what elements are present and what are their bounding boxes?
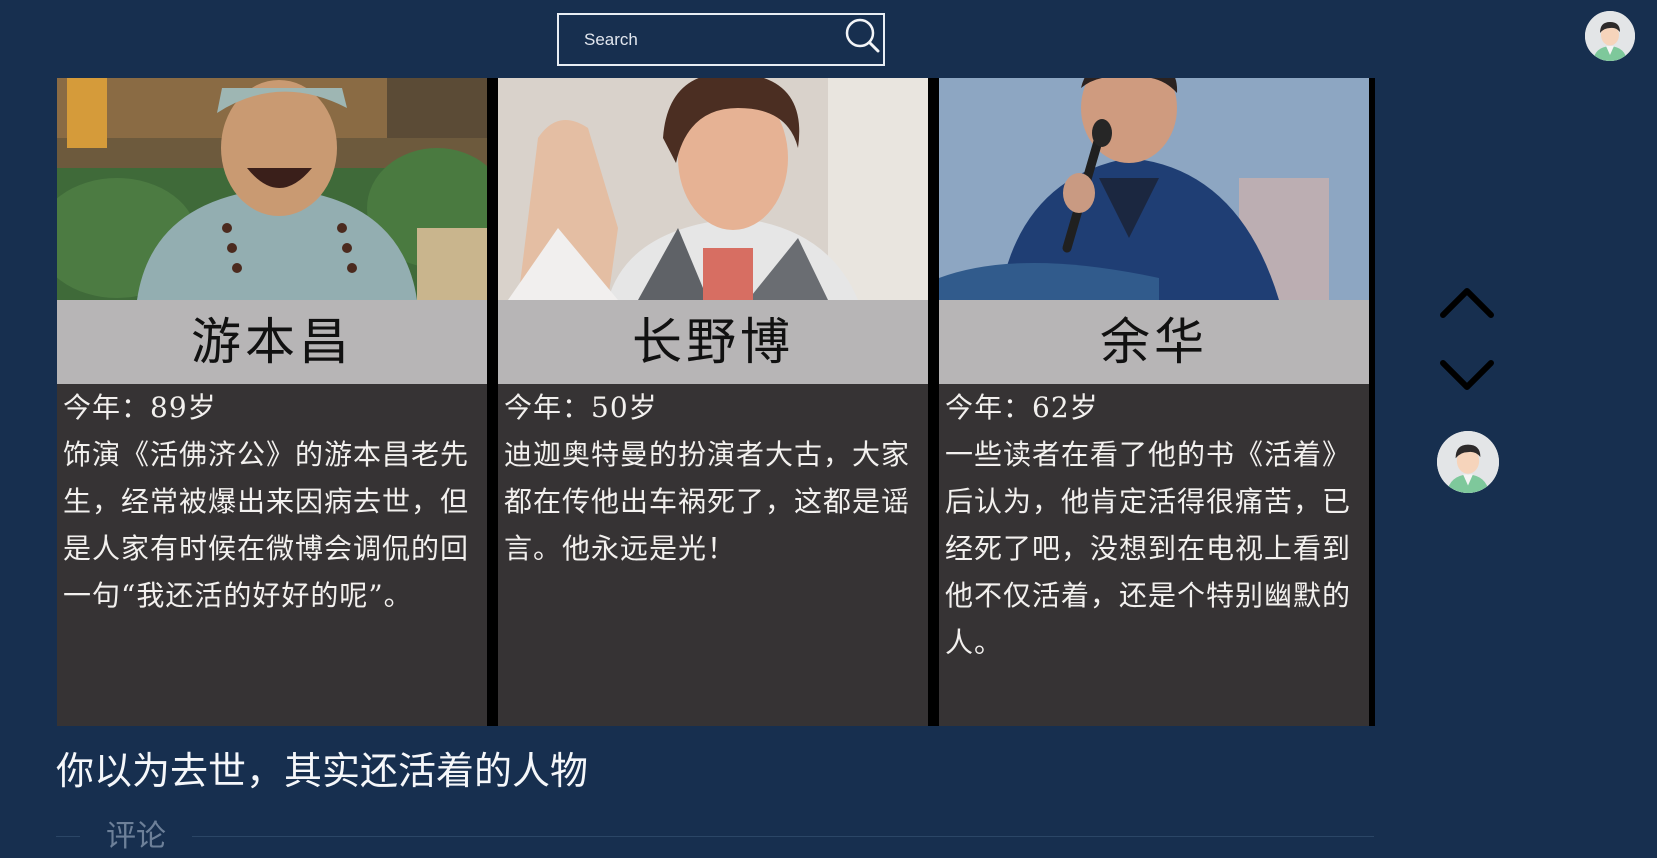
person-age: 今年：50岁 [504,391,658,424]
search-input[interactable] [559,15,883,64]
person-age: 今年：89岁 [63,391,217,424]
person-info: 今年：50岁 迪迦奥特曼的扮演者大古，大家都在传他出车祸死了，这都是谣言。他永远… [504,384,924,572]
person-info: 今年：89岁 饰演《活佛济公》的游本昌老先生，经常被爆出来因病去世，但是人家有时… [63,384,483,619]
person-card: 长野博 今年：50岁 迪迦奥特曼的扮演者大古，大家都在传他出车祸死了，这都是谣言… [498,78,928,726]
person-age: 今年：62岁 [945,391,1099,424]
author-avatar[interactable] [1437,431,1499,493]
person-name: 长野博 [498,300,928,384]
person-photo [939,78,1369,300]
person-info: 今年：62岁 一些读者在看了他的书《活着》后认为，他肯定活得很痛苦，已经死了吧，… [945,384,1365,666]
video-title: 你以为去世，其实还活着的人物 [56,749,589,793]
chevron-up-icon[interactable] [1438,284,1496,320]
comments-divider [56,836,1374,837]
person-photo [498,78,928,300]
search-box[interactable] [557,13,885,66]
person-description: 饰演《活佛济公》的游本昌老先生，经常被爆出来因病去世，但是人家有时候在微博会调侃… [63,438,470,612]
person-name: 游本昌 [57,300,487,384]
user-avatar[interactable] [1585,11,1635,61]
video-player[interactable]: 游本昌 今年：89岁 饰演《活佛济公》的游本昌老先生，经常被爆出来因病去世，但是… [57,78,1375,726]
chevron-down-icon[interactable] [1438,358,1496,394]
person-photo [57,78,487,300]
person-card: 余华 今年：62岁 一些读者在看了他的书《活着》后认为，他肯定活得很痛苦，已经死… [939,78,1369,726]
person-description: 一些读者在看了他的书《活着》后认为，他肯定活得很痛苦，已经死了吧，没想到在电视上… [945,438,1352,659]
comments-label: 评论 [80,818,192,856]
person-description: 迪迦奥特曼的扮演者大古，大家都在传他出车祸死了，这都是谣言。他永远是光！ [504,438,911,565]
search-icon[interactable] [844,17,880,53]
person-card: 游本昌 今年：89岁 饰演《活佛济公》的游本昌老先生，经常被爆出来因病去世，但是… [57,78,487,726]
person-name: 余华 [939,300,1369,384]
